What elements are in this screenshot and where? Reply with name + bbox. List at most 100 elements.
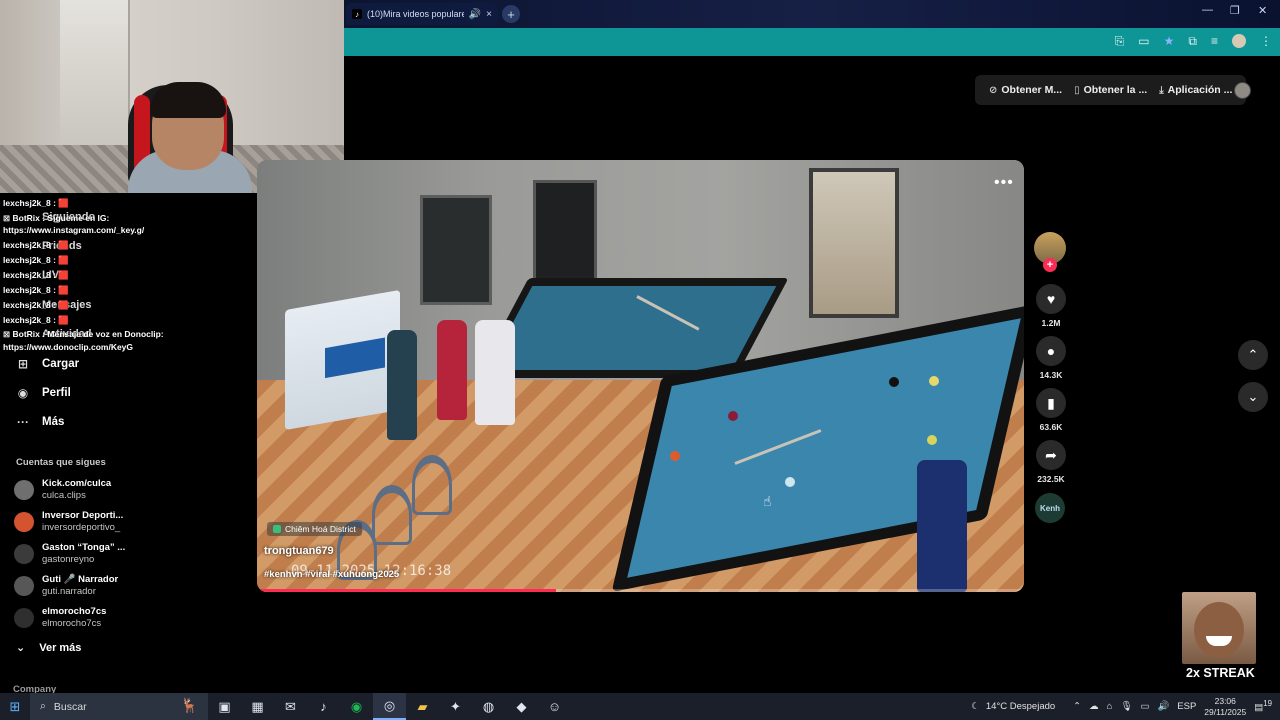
profile-icon: ◉ xyxy=(17,386,29,400)
microphone-icon[interactable]: 🎙 xyxy=(1120,701,1132,712)
profile-avatar-icon[interactable] xyxy=(1232,34,1246,48)
following-name: elmorocho7cs xyxy=(42,606,107,617)
streak-label: 2x STREAK xyxy=(1186,666,1255,680)
comment-icon[interactable]: ● xyxy=(1036,336,1066,366)
following-item[interactable]: Inversor Deporti... inversordeportivo_ xyxy=(14,510,123,533)
following-name: Kick.com/culca xyxy=(42,478,112,489)
obs-icon[interactable]: ◍ xyxy=(472,699,505,715)
more-icon: ··· xyxy=(17,415,29,429)
discord-icon[interactable]: ☺ xyxy=(538,699,571,714)
new-tab-button[interactable]: + xyxy=(502,5,520,23)
like-action[interactable]: ♥ 1.2M xyxy=(1032,284,1070,328)
get-app-label: Obtener la ... xyxy=(1083,84,1148,96)
desktop-app-button[interactable]: ⤓ Aplicación ... xyxy=(1153,84,1238,96)
video-player[interactable]: ••• 09-11-2025 12:16:38 Chiêm Hoá Distri… xyxy=(257,160,1024,592)
store-icon[interactable]: ▦ xyxy=(241,699,274,715)
video-freezer xyxy=(285,289,400,431)
avatar xyxy=(14,575,34,596)
coin-icon: ⊘ xyxy=(989,84,998,96)
task-view-icon[interactable]: ▣ xyxy=(208,699,241,715)
battery-icon[interactable]: ▭ xyxy=(1140,701,1149,712)
taskbar-search[interactable]: ⌕ Buscar 🦌 xyxy=(30,693,208,720)
get-coins-button[interactable]: ⊘ Obtener M... xyxy=(983,84,1068,96)
desktop-app-label: Aplicación ... xyxy=(1167,84,1233,96)
chat-message: lexchsj2k_8 : 🟥 xyxy=(3,198,69,208)
webcam-door xyxy=(60,0,130,150)
next-video-button[interactable]: ⌄ xyxy=(1238,382,1268,412)
tiktok-icon: ♪ xyxy=(352,9,362,19)
share-icon[interactable]: ➦ xyxy=(1036,440,1066,470)
comment-action[interactable]: ● 14.3K xyxy=(1032,336,1070,380)
video-more-button[interactable]: ••• xyxy=(994,174,1014,192)
extensions-icon[interactable]: ⧉ xyxy=(1188,34,1197,49)
following-title: Cuentas que sigues xyxy=(16,457,106,468)
chat-message: lexchsj2k_8 : 🟥 xyxy=(3,270,69,280)
streak-meme-image xyxy=(1182,592,1256,664)
tab-title: (10)Mira videos populares xyxy=(367,9,464,19)
address-bar[interactable]: ⎘ ▭ ★ ⧉ ≡ ⋮ xyxy=(344,28,1280,56)
clock[interactable]: 23:06 29/11/2025 xyxy=(1204,696,1246,718)
pool-ball xyxy=(670,451,680,461)
copilot-icon[interactable]: ✦ xyxy=(439,699,472,715)
kid-figure xyxy=(437,320,467,420)
following-item[interactable]: Guti 🎤 Narrador guti.narrador xyxy=(14,574,118,597)
volume-icon[interactable]: 🔊 xyxy=(1157,701,1169,712)
sidebar-item-label: Cargar xyxy=(42,358,80,370)
tray-chevron-icon[interactable]: ⌃ xyxy=(1073,701,1081,712)
pool-ball xyxy=(785,477,795,487)
video-author[interactable]: trongtuan679 xyxy=(264,545,334,557)
tiktok-icon[interactable]: ♪ xyxy=(307,699,340,714)
menu-icon[interactable]: ⋮ xyxy=(1260,34,1272,49)
language-indicator[interactable]: ESP xyxy=(1177,701,1196,712)
cast-icon[interactable]: ▭ xyxy=(1138,34,1149,49)
media-icon[interactable]: ≡ xyxy=(1211,34,1218,49)
outlook-icon[interactable]: ✉ xyxy=(274,699,307,715)
following-item[interactable]: elmorocho7cs elmorocho7cs xyxy=(14,606,106,629)
cloud-icon[interactable]: ☁ xyxy=(1089,701,1099,712)
notification-icon[interactable]: ▤19 xyxy=(1254,699,1272,713)
search-icon: ⌕ xyxy=(40,700,46,712)
search-placeholder: Buscar xyxy=(53,700,87,713)
sidebar-item-upload[interactable]: ⊞ Cargar xyxy=(16,357,79,371)
tab-close-button[interactable]: × xyxy=(486,9,492,20)
speaker-icon[interactable]: 🔊 xyxy=(469,9,481,20)
bookmark-star-icon[interactable]: ★ xyxy=(1164,34,1175,49)
follow-plus-button[interactable]: + xyxy=(1043,258,1057,272)
video-hashtags[interactable]: #kenhvn #viral #xuhuong2025 xyxy=(264,569,399,580)
like-count: 1.2M xyxy=(1041,318,1061,328)
minimize-button[interactable]: — xyxy=(1202,4,1213,16)
bookmark-count: 63.6K xyxy=(1039,422,1063,432)
folder-icon[interactable]: ▰ xyxy=(406,699,439,715)
get-app-button[interactable]: ▯ Obtener la ... xyxy=(1068,84,1153,96)
browser-tab[interactable]: ♪ (10)Mira videos populares 🔊 × xyxy=(346,3,498,25)
sidebar-item-more[interactable]: ··· Más xyxy=(16,415,64,429)
clock-date: 29/11/2025 xyxy=(1204,706,1247,717)
app-icon[interactable]: ◆ xyxy=(505,699,538,715)
hand-cursor-icon: ☝ xyxy=(763,493,772,509)
windows-start-icon[interactable]: ⊞ xyxy=(0,699,30,715)
following-item[interactable]: Kick.com/culca culca.clips xyxy=(14,478,111,501)
music-disc[interactable]: Kenh xyxy=(1035,493,1065,523)
avatar xyxy=(14,479,34,500)
close-window-button[interactable]: ✕ xyxy=(1258,4,1267,17)
heart-icon[interactable]: ♥ xyxy=(1036,284,1066,314)
sidebar-item-profile[interactable]: ◉ Perfil xyxy=(16,386,71,400)
bookmark-icon[interactable]: ▮ xyxy=(1036,388,1066,418)
share-action[interactable]: ➦ 232.5K xyxy=(1032,440,1070,484)
location-badge[interactable]: Chiêm Hoá District xyxy=(267,522,362,536)
spotify-icon[interactable]: ◉ xyxy=(340,699,373,715)
screen: ♪ (10)Mira videos populares 🔊 × + — ❐ ✕ … xyxy=(0,0,1280,720)
video-progress-bar[interactable] xyxy=(257,589,1024,592)
previous-video-button[interactable]: ⌃ xyxy=(1238,340,1268,370)
network-icon[interactable]: ⌂ xyxy=(1107,701,1113,712)
translate-icon[interactable]: ⎘ xyxy=(1115,34,1125,49)
chrome-icon[interactable]: ◎ xyxy=(373,693,406,720)
sidebar-item-label: Más xyxy=(42,416,65,428)
see-more-button[interactable]: ⌄ Ver más xyxy=(16,641,81,655)
following-item[interactable]: Gaston “Tonga” ... gastonreyno xyxy=(14,542,125,565)
weather-widget[interactable]: ☾ 14°C Despejado xyxy=(971,701,1055,712)
user-avatar[interactable] xyxy=(1234,82,1251,99)
bookmark-action[interactable]: ▮ 63.6K xyxy=(1032,388,1070,432)
avatar xyxy=(14,607,34,628)
restore-button[interactable]: ❐ xyxy=(1230,4,1240,17)
